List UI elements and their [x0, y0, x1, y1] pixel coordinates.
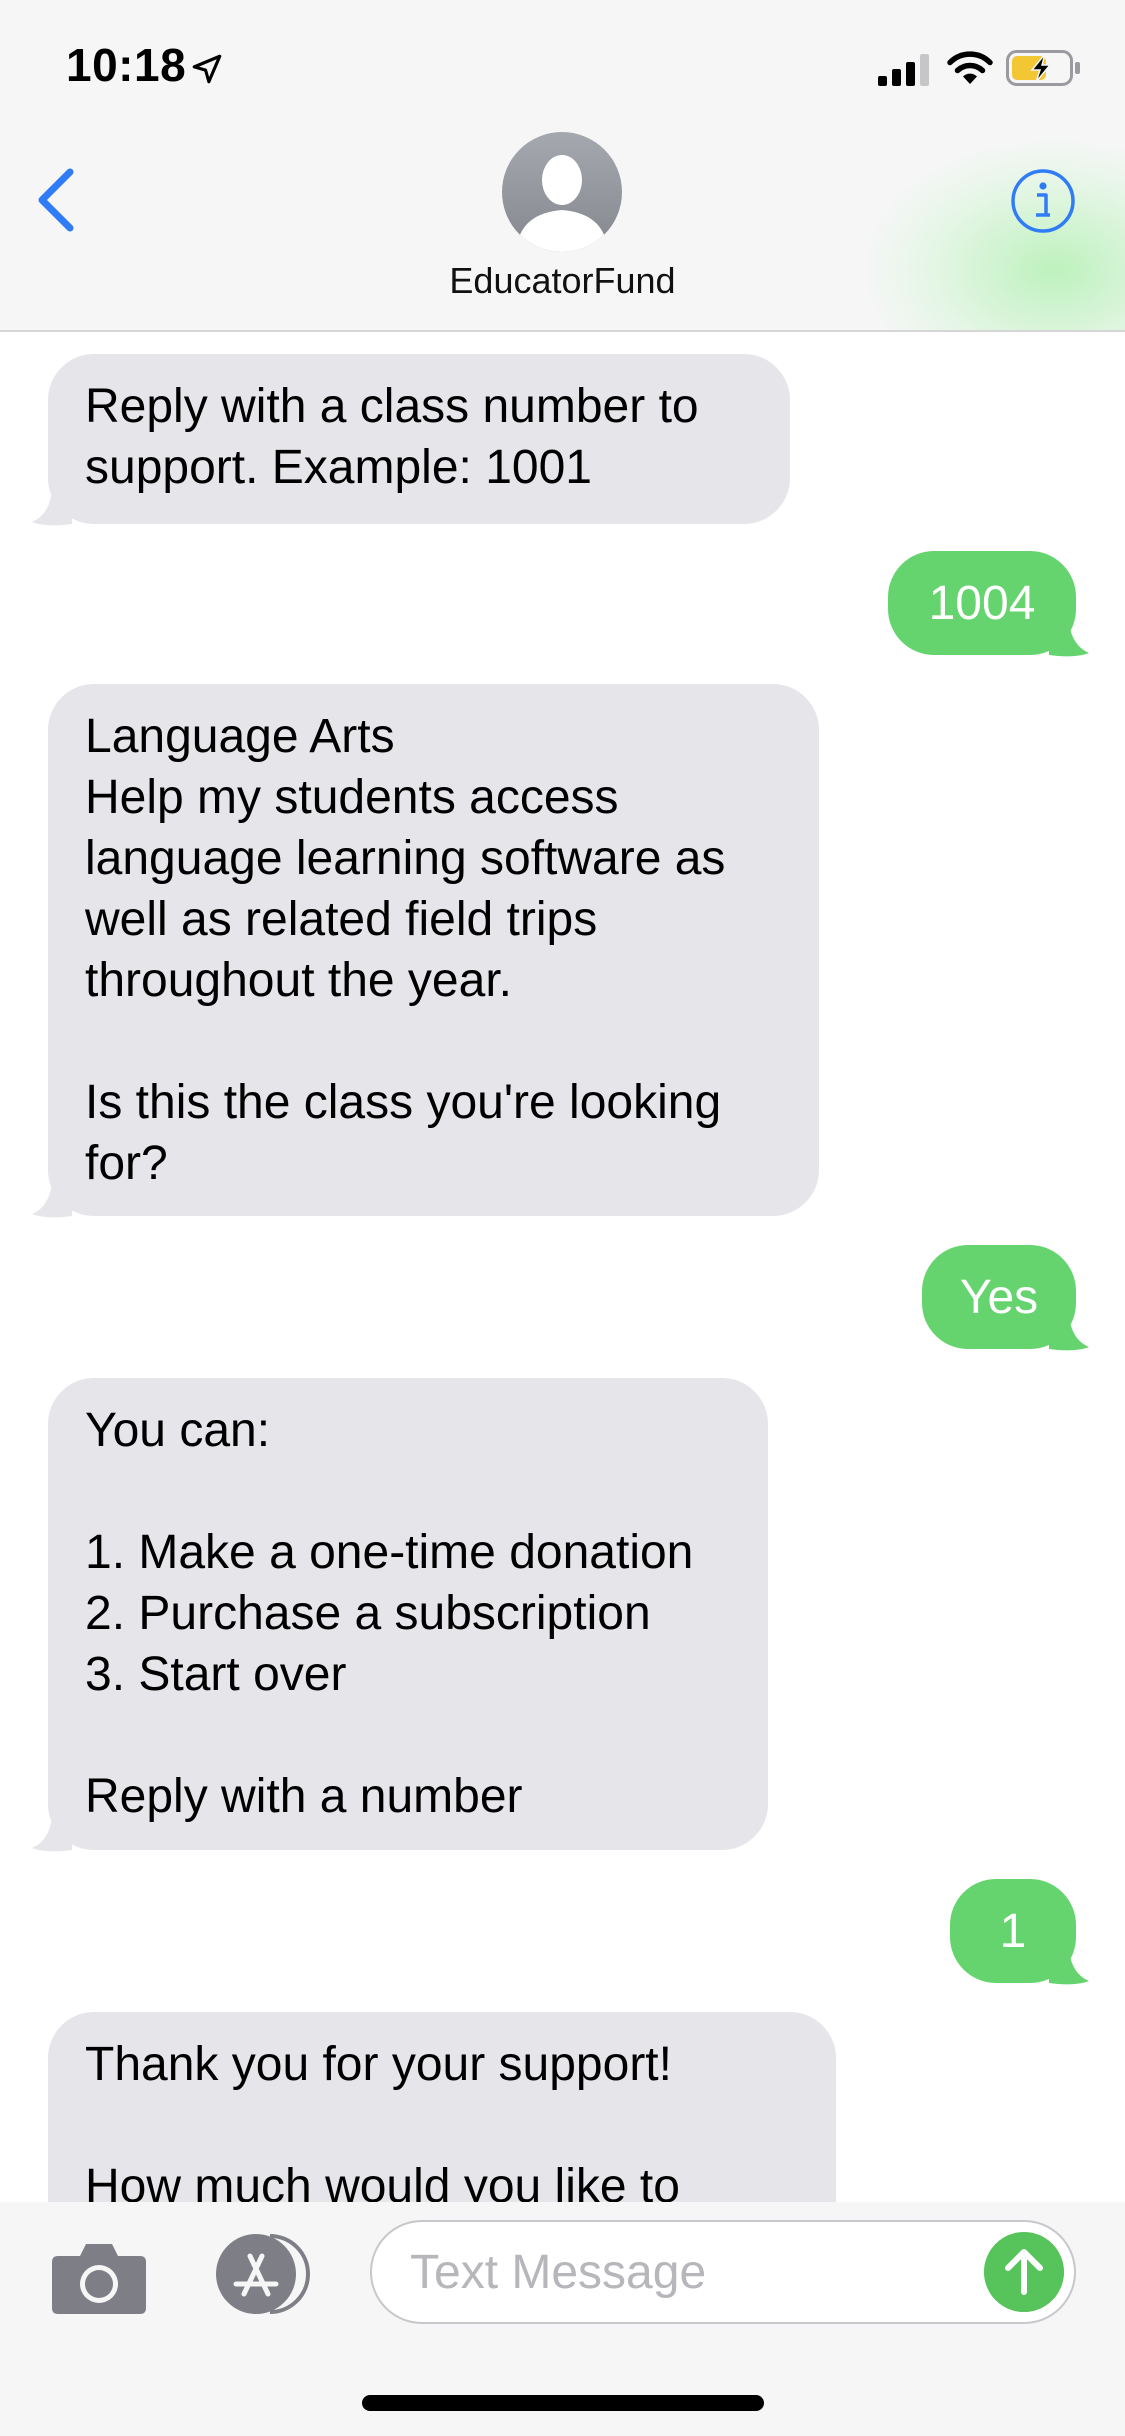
wifi-icon [947, 51, 993, 84]
bubble-tail [32, 486, 72, 526]
battery-charging-icon [1006, 50, 1080, 86]
bubble-tail [1049, 617, 1089, 657]
back-button[interactable] [28, 160, 88, 240]
status-time: 10:18 [66, 39, 187, 91]
bubble-tail [32, 1812, 72, 1852]
conversation-header: 10:18 EducatorFund [0, 0, 1125, 332]
sent-message-bubble[interactable]: 1004 [888, 551, 1076, 655]
cellular-signal-icon [878, 54, 929, 86]
info-button[interactable] [1010, 168, 1076, 234]
received-message-bubble[interactable]: Reply with a class number to support. Ex… [48, 354, 790, 524]
camera-icon[interactable] [50, 2236, 148, 2316]
bubble-tail [1049, 1945, 1089, 1985]
message-input[interactable] [410, 2222, 970, 2322]
message-field[interactable] [370, 2220, 1076, 2324]
bubble-tail [32, 1178, 72, 1218]
header-background-glow [865, 140, 1125, 330]
bubble-tail [1049, 1311, 1089, 1351]
location-arrow-icon [192, 54, 222, 84]
person-silhouette-icon [516, 155, 608, 252]
contact-name[interactable]: EducatorFund [0, 260, 1125, 302]
avatar[interactable] [502, 132, 622, 252]
send-button[interactable] [984, 2232, 1064, 2312]
home-indicator[interactable] [362, 2395, 764, 2411]
app-store-icon[interactable] [210, 2232, 318, 2316]
received-message-bubble[interactable]: Language Arts Help my students access la… [48, 684, 819, 1216]
received-message-bubble[interactable]: You can: 1. Make a one-time donation 2. … [48, 1378, 768, 1850]
